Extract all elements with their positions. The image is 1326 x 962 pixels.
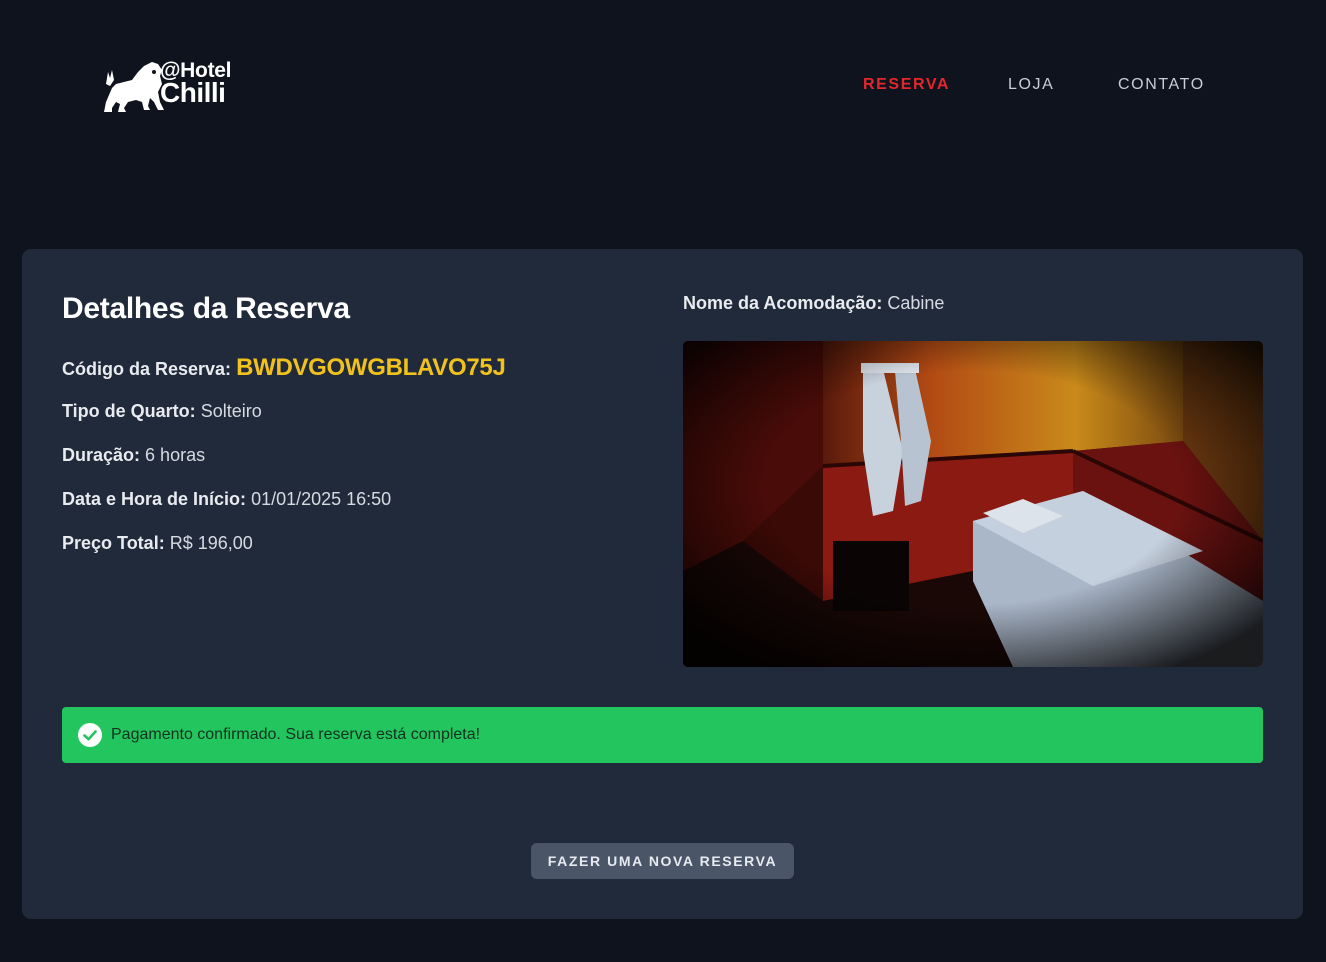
duration-value: 6 horas bbox=[145, 445, 206, 465]
room-type-label: Tipo de Quarto: bbox=[62, 401, 196, 421]
reservation-code-row: Código da Reserva: BWDVGOWGBLAVO75J bbox=[62, 354, 506, 382]
reservation-card: Detalhes da Reserva Código da Reserva: B… bbox=[22, 249, 1303, 919]
reservation-code-label: Código da Reserva: bbox=[62, 359, 232, 379]
new-reservation-button[interactable]: FAZER UMA NOVA RESERVA bbox=[531, 843, 794, 879]
duration-label: Duração: bbox=[62, 445, 141, 465]
start-datetime-row: Data e Hora de Início: 01/01/2025 16:50 bbox=[62, 489, 391, 510]
check-circle-icon bbox=[78, 723, 102, 747]
lion-icon bbox=[104, 62, 164, 112]
accommodation-value: Cabine bbox=[887, 293, 945, 313]
total-price-row: Preço Total: R$ 196,00 bbox=[62, 533, 253, 554]
start-datetime-value: 01/01/2025 16:50 bbox=[251, 489, 392, 509]
start-datetime-label: Data e Hora de Início: bbox=[62, 489, 247, 509]
reservation-code-value: BWDVGOWGBLAVO75J bbox=[236, 354, 506, 381]
accommodation-row: Nome da Acomodação: Cabine bbox=[683, 293, 944, 314]
total-price-value: R$ 196,00 bbox=[169, 533, 253, 553]
alert-message: Pagamento confirmado. Sua reserva está c… bbox=[111, 726, 481, 743]
payment-success-alert: Pagamento confirmado. Sua reserva está c… bbox=[62, 707, 1263, 763]
duration-row: Duração: 6 horas bbox=[62, 445, 205, 466]
accommodation-label: Nome da Acomodação: bbox=[683, 293, 883, 313]
hotel-logo[interactable]: @Hotel Chilli bbox=[102, 58, 242, 114]
room-type-value: Solteiro bbox=[200, 401, 262, 421]
nav-item-reserva[interactable]: RESERVA bbox=[863, 76, 950, 94]
total-price-label: Preço Total: bbox=[62, 533, 165, 553]
brand-line-2: Chilli bbox=[160, 77, 226, 108]
page-title: Detalhes da Reserva bbox=[62, 292, 350, 325]
room-type-row: Tipo de Quarto: Solteiro bbox=[62, 401, 262, 422]
nav-item-contato[interactable]: CONTATO bbox=[1118, 76, 1205, 94]
brand-name: @Hotel Chilli bbox=[160, 60, 231, 107]
site-header: @Hotel Chilli RESERVA LOJA CONTATO bbox=[0, 0, 1326, 170]
room-photo bbox=[683, 341, 1263, 667]
nav-item-loja[interactable]: LOJA bbox=[1008, 76, 1054, 94]
